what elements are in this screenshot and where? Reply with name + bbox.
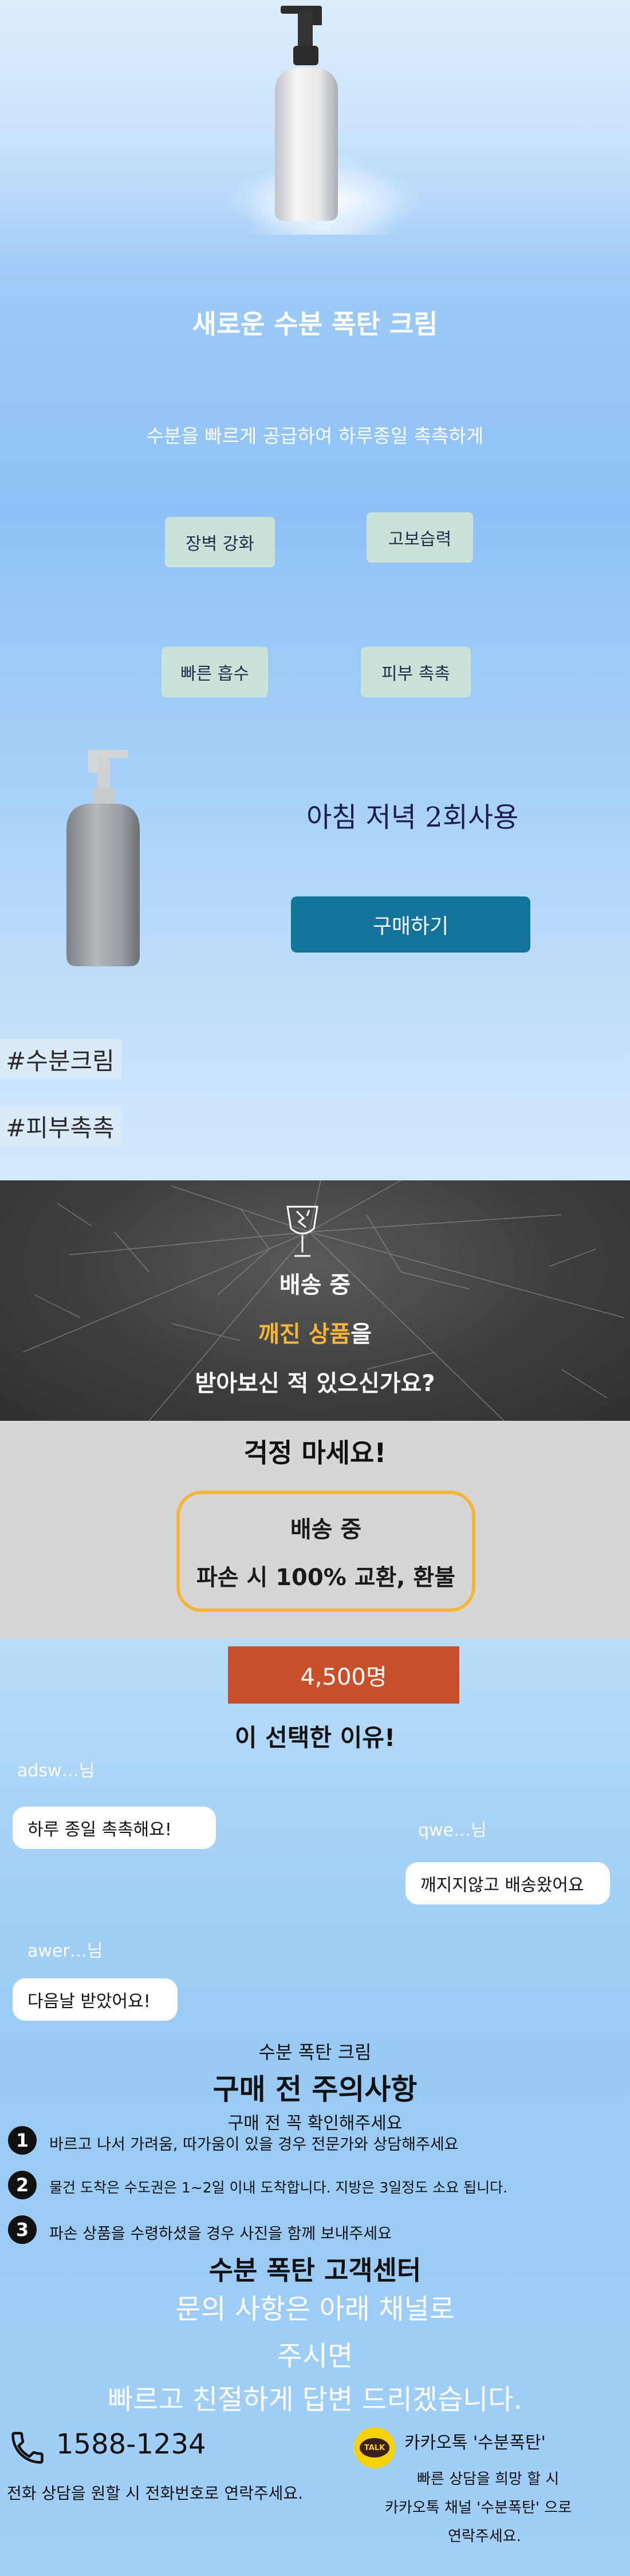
feature-chip-hydration: 피부 촉촉 bbox=[361, 647, 471, 697]
delivery-line3: 받아보신 적 있으신가요? bbox=[195, 1370, 435, 1397]
notice-title: 구매 전 주의사항 bbox=[212, 2073, 418, 2106]
review-bubble-1: 하루 종일 촉촉해요! bbox=[13, 1807, 216, 1849]
notice-section: 수분 폭탄 크림 구매 전 주의사항 구매 전 꼭 확인해주세요 1 바르고 나… bbox=[0, 2033, 630, 2576]
review-bubble-2: 깨지지않고 배송왔어요 bbox=[405, 1862, 610, 1905]
guarantee-line1: 배송 중 bbox=[290, 1516, 362, 1543]
reviews-heading: 이 선택한 이유! bbox=[234, 1724, 396, 1752]
phone-number[interactable]: 1588-1234 bbox=[56, 2428, 206, 2460]
delivery-section: 배송 중 깨진 상품을 받아보신 적 있으신가요? bbox=[0, 1180, 630, 1421]
pump-bottle-image bbox=[275, 6, 338, 221]
kakao-title: 카카오톡 '수분폭탄' bbox=[404, 2433, 546, 2453]
notice-item-3: 파손 상품을 수령하셨을 경우 사진을 함께 보내주세요 bbox=[49, 2225, 392, 2243]
feature-chip-absorption: 빠른 흡수 bbox=[162, 647, 268, 697]
review-bubble-3: 다음날 받았어요! bbox=[13, 1978, 178, 2021]
delivery-line2-rest: 을 bbox=[351, 1321, 372, 1348]
notice-item-2: 물건 도착은 수도권은 1~2일 이내 도착합니다. 지방은 3일정도 소요 됩… bbox=[49, 2179, 508, 2196]
notice-number-2: 2 bbox=[8, 2171, 37, 2199]
review-user-1: adsw…님 bbox=[17, 1761, 95, 1781]
cs-line2: 주시면 bbox=[277, 2340, 353, 2372]
buy-button[interactable]: 구매하기 bbox=[291, 896, 530, 953]
hashtag-moisture-cream[interactable]: #수분크림 bbox=[0, 1039, 121, 1079]
customer-count-badge: 4,500명 bbox=[228, 1646, 459, 1704]
delivery-line1: 배송 중 bbox=[279, 1272, 351, 1298]
kakao-desc-3: 연락주세요. bbox=[448, 2528, 521, 2545]
feature-chip-barrier: 장벽 강화 bbox=[165, 517, 275, 567]
review-user-3: awer…님 bbox=[27, 1941, 103, 1961]
kakao-desc-2: 카카오톡 채널 '수분폭탄' 으로 bbox=[385, 2499, 572, 2516]
cs-line1: 문의 사항은 아래 채널로 bbox=[175, 2293, 455, 2325]
notice-number-3: 3 bbox=[8, 2215, 37, 2244]
notice-subtitle: 구매 전 꼭 확인해주세요 bbox=[227, 2113, 403, 2134]
cs-title: 수분 폭탄 고객센터 bbox=[208, 2255, 422, 2286]
kakaotalk-icon[interactable]: TALK bbox=[354, 2427, 395, 2468]
hero-section: 새로운 수분 폭탄 크림 수분을 빠르게 공급하여 하루종일 촉촉하게 장벽 강… bbox=[0, 0, 630, 1180]
guarantee-line2: 파손 시 100% 교환, 환불 bbox=[196, 1564, 456, 1591]
notice-number-1: 1 bbox=[8, 2126, 37, 2155]
hashtag-skin-moist[interactable]: #피부촉촉 bbox=[0, 1106, 121, 1146]
delivery-line2: 깨진 상품을 bbox=[0, 1315, 630, 1349]
cs-line3: 빠르고 친절하게 답변 드리겠습니다. bbox=[108, 2384, 522, 2416]
phone-description: 전화 상담을 원할 시 전화번호로 연락주세요. bbox=[7, 2484, 304, 2503]
reassure-text: 걱정 마세요! bbox=[243, 1437, 387, 1468]
broken-glass-icon bbox=[286, 1206, 318, 1257]
guarantee-box: 배송 중 파손 시 100% 교환, 환불 bbox=[176, 1491, 475, 1612]
review-user-2: qwe…님 bbox=[418, 1820, 487, 1840]
notice-item-1: 바르고 나서 가려움, 따가움이 있을 경우 전문가와 상담해주세요 bbox=[49, 2136, 459, 2154]
hero-subtitle: 수분을 빠르게 공급하여 하루종일 촉촉하게 bbox=[146, 425, 484, 447]
hero-title: 새로운 수분 폭탄 크림 bbox=[192, 309, 438, 339]
pump-bottle-gray-image bbox=[66, 750, 140, 966]
feature-chip-moisture: 고보습력 bbox=[367, 512, 473, 563]
phone-icon bbox=[11, 2432, 44, 2464]
broken-product-highlight: 깨진 상품 bbox=[258, 1321, 351, 1348]
kakaotalk-badge: TALK bbox=[360, 2438, 389, 2458]
usage-text: 아침 저녁 2회사용 bbox=[306, 801, 519, 833]
kakao-desc-1: 빠른 상담을 희망 할 시 bbox=[417, 2471, 560, 2488]
notice-product-name: 수분 폭탄 크림 bbox=[258, 2041, 372, 2063]
